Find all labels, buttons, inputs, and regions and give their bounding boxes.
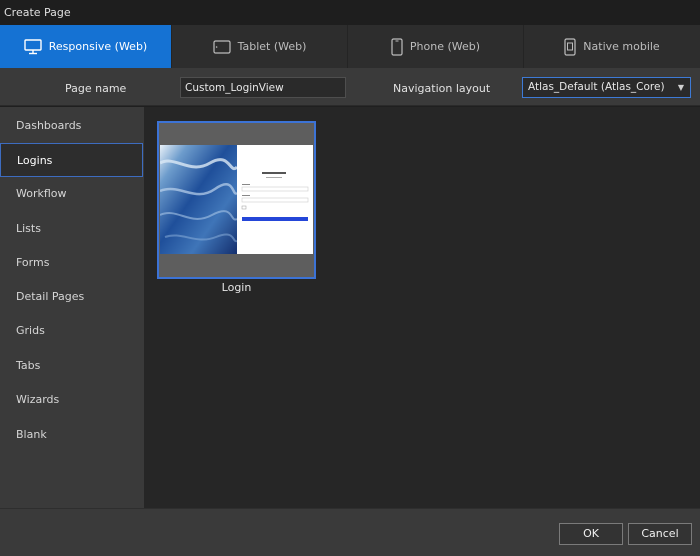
tablet-icon	[212, 39, 231, 54]
category-label: Wizards	[16, 393, 60, 406]
tab-label: Native mobile	[583, 40, 660, 53]
mobile-app-icon	[564, 37, 576, 56]
tab-responsive-web[interactable]: Responsive (Web)	[0, 25, 172, 68]
template-card-login[interactable]	[157, 121, 316, 279]
category-label: Dashboards	[16, 119, 82, 132]
ok-button[interactable]: OK	[559, 523, 623, 545]
tab-native-mobile[interactable]: Native mobile	[524, 25, 700, 68]
category-workflow[interactable]: Workflow	[0, 177, 143, 211]
chevron-down-icon: ▼	[677, 83, 684, 92]
tab-tablet-web[interactable]: Tablet (Web)	[172, 25, 348, 68]
category-label: Forms	[16, 256, 50, 269]
page-name-input[interactable]	[180, 77, 346, 98]
page-properties-bar: Page name Navigation layout Atlas_Defaul…	[0, 68, 700, 106]
category-label: Logins	[17, 154, 53, 167]
tab-label: Responsive (Web)	[48, 40, 148, 53]
category-label: Detail Pages	[16, 290, 85, 303]
tab-phone-web[interactable]: Phone (Web)	[348, 25, 524, 68]
category-dashboards[interactable]: Dashboards	[0, 109, 143, 143]
category-label: Grids	[16, 324, 45, 337]
category-lists[interactable]: Lists	[0, 212, 143, 246]
template-card-label: Login	[221, 281, 252, 294]
category-label: Blank	[16, 428, 47, 441]
phone-icon	[391, 37, 403, 56]
navigation-layout-value: Atlas_Default (Atlas_Core)	[528, 81, 665, 93]
dialog-footer: OK Cancel	[0, 508, 700, 556]
monitor-icon	[24, 38, 42, 55]
category-wizards[interactable]: Wizards	[0, 383, 143, 417]
category-grids[interactable]: Grids	[0, 314, 143, 348]
window-title: Create Page	[4, 6, 71, 19]
template-gallery: Login	[144, 107, 700, 508]
title-bar: Create Page	[0, 0, 700, 25]
category-tabs[interactable]: Tabs	[0, 349, 143, 383]
device-tabs: Responsive (Web) Tablet (Web) Phone (Web…	[0, 25, 700, 68]
category-detail-pages[interactable]: Detail Pages	[0, 280, 143, 314]
category-label: Tabs	[16, 359, 41, 372]
category-logins[interactable]: Logins	[0, 143, 143, 177]
category-forms[interactable]: Forms	[0, 246, 143, 280]
tab-label: Phone (Web)	[409, 40, 481, 53]
template-thumbnail	[160, 145, 313, 254]
tab-label: Tablet (Web)	[237, 40, 307, 53]
navigation-layout-label: Navigation layout	[393, 82, 491, 95]
page-name-label: Page name	[65, 82, 127, 95]
category-sidebar: Dashboards Logins Workflow Lists Forms D…	[0, 107, 144, 508]
category-label: Lists	[16, 222, 41, 235]
cancel-button[interactable]: Cancel	[628, 523, 692, 545]
category-label: Workflow	[16, 187, 67, 200]
category-blank[interactable]: Blank	[0, 418, 143, 452]
navigation-layout-select[interactable]: Atlas_Default (Atlas_Core) ▼	[522, 77, 691, 98]
